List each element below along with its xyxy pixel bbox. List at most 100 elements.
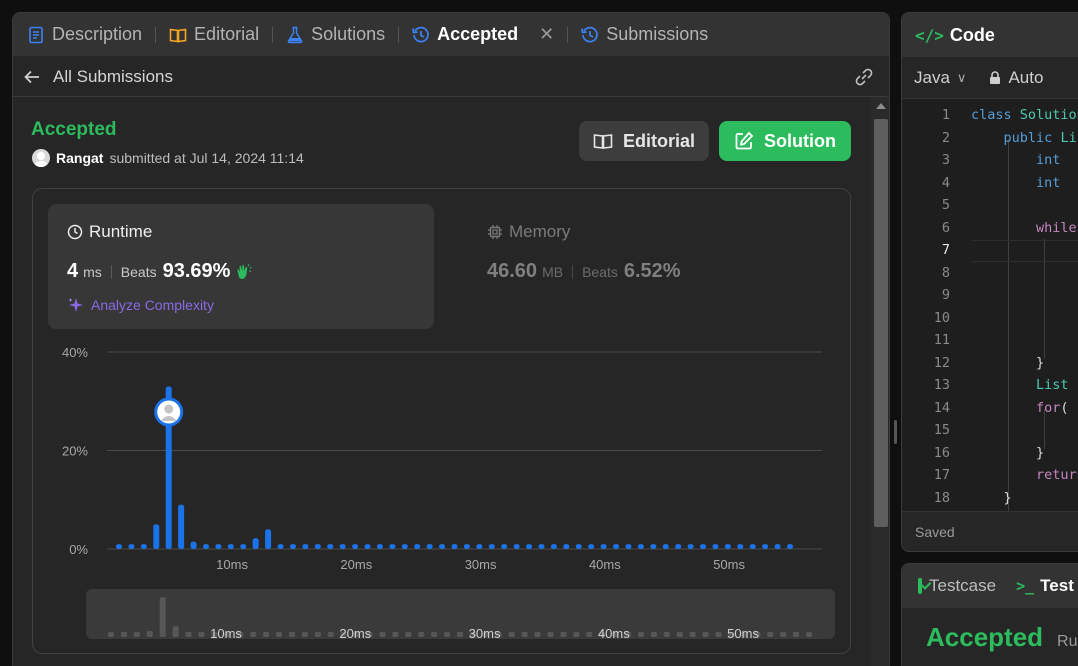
code-line[interactable]: 5 — [902, 197, 1078, 220]
code-line[interactable]: 16 } — [902, 445, 1078, 468]
chart-bar — [451, 544, 458, 549]
tab-solutions[interactable]: Solutions — [286, 24, 385, 45]
analyze-complexity-button[interactable]: Analyze Complexity — [67, 296, 214, 314]
code-text: int — [1036, 174, 1061, 191]
editorial-button[interactable]: Editorial — [579, 121, 709, 161]
code-line[interactable]: 2 public List — [902, 130, 1078, 153]
chart-bar — [165, 386, 172, 549]
code-title[interactable]: Code — [950, 25, 995, 46]
memory-metric[interactable]: Memory 46.60 MB Beats 6.52% — [468, 204, 828, 329]
chart-bar — [712, 544, 719, 549]
code-line[interactable]: 10 — [902, 310, 1078, 333]
avatar[interactable] — [32, 149, 50, 167]
code-line[interactable]: 12 } — [902, 355, 1078, 378]
line-number: 3 — [941, 152, 950, 168]
editorial-button-label: Editorial — [622, 130, 695, 151]
chart-bar — [178, 504, 185, 549]
tab-label: Description — [52, 24, 143, 44]
code-line[interactable]: 15 — [902, 422, 1078, 445]
code-editor[interactable]: 1class Solution2 public List3 int4 int5 6… — [902, 99, 1078, 511]
code-line[interactable]: 9 — [902, 287, 1078, 310]
close-icon[interactable]: ✕ — [539, 24, 554, 45]
chart-bar — [538, 544, 545, 549]
code-line[interactable]: 7 — [902, 242, 1078, 265]
code-line[interactable]: 4 int — [902, 175, 1078, 198]
line-number: 8 — [941, 264, 950, 281]
line-number: 6 — [941, 219, 950, 236]
chart-bar — [687, 544, 694, 549]
tab-testcase[interactable]: Testcase — [929, 576, 996, 596]
panel-resize-handle[interactable] — [894, 420, 897, 444]
memory-beats-value: 6.52% — [623, 260, 681, 282]
scroll-up-icon[interactable] — [876, 103, 886, 109]
tab-accepted[interactable]: Accepted ✕ — [412, 24, 554, 45]
line-number: 5 — [941, 197, 950, 213]
memory-label: Memory — [509, 222, 571, 241]
all-submissions-link[interactable]: All Submissions — [53, 67, 173, 87]
chart-bar — [439, 544, 446, 549]
chart-bar — [563, 544, 570, 549]
chart-range-overview[interactable] — [86, 589, 835, 639]
runtime-label: Runtime — [89, 222, 153, 241]
code-text: } — [971, 354, 1045, 371]
line-number: 18 — [933, 489, 950, 506]
chart-bar — [600, 544, 607, 549]
scrollbar-thumb[interactable] — [874, 119, 888, 527]
username[interactable]: Rangat — [56, 150, 103, 166]
chart-bar — [675, 544, 682, 549]
chart-bar — [376, 544, 383, 549]
line-number: 14 — [933, 399, 950, 416]
tab-test-result[interactable]: Test Result — [1040, 576, 1078, 596]
line-number: 13 — [933, 377, 950, 393]
book-icon — [593, 134, 613, 149]
tab-editorial[interactable]: Editorial — [169, 24, 259, 45]
code-text: } — [971, 444, 1045, 461]
book-icon — [169, 28, 187, 42]
chart-bar — [389, 544, 396, 549]
code-tabbar: </> Code — [902, 13, 1078, 57]
chart-bar — [327, 544, 334, 549]
code-line[interactable]: 11 — [902, 332, 1078, 355]
code-line[interactable]: 14 for( — [902, 400, 1078, 423]
test-result-status: Accepted — [926, 622, 1044, 652]
chevron-down-icon[interactable]: ∨ — [957, 70, 967, 86]
code-line[interactable]: 8 — [902, 265, 1078, 288]
code-text: return — [1036, 467, 1078, 483]
arrow-left-icon[interactable] — [23, 68, 41, 86]
tab-submissions[interactable]: Submissions — [581, 24, 708, 45]
runtime-metric[interactable]: Runtime 4 ms Beats 93.69% Analyze Comple… — [48, 204, 434, 329]
avatar-head — [164, 404, 174, 414]
divider — [110, 264, 112, 279]
tab-separator — [155, 26, 157, 43]
chart-bar — [364, 544, 371, 549]
chart-bar — [215, 544, 222, 549]
your-submission-marker — [154, 397, 184, 427]
chart-bar — [749, 544, 756, 549]
chart-bar — [700, 544, 707, 549]
terminal-icon: >_ — [1016, 577, 1035, 595]
code-line[interactable]: 3 int — [902, 152, 1078, 175]
vertical-scrollbar[interactable] — [871, 97, 889, 666]
chart-bar — [526, 544, 533, 549]
x-tick-label: 50ms — [713, 557, 745, 572]
code-line[interactable]: 6 while — [902, 220, 1078, 243]
chart-bar — [463, 544, 470, 549]
solution-button[interactable]: Solution — [719, 121, 851, 161]
edit-icon — [735, 131, 754, 150]
mode-label[interactable]: Auto — [1008, 68, 1043, 88]
code-line[interactable]: 13 List — [902, 377, 1078, 400]
runtime-value: 4 — [67, 260, 79, 282]
submission-detail: Accepted Rangat submitted at Jul 14, 202… — [13, 97, 871, 666]
tab-description[interactable]: Description — [27, 24, 142, 45]
language-select[interactable]: Java — [914, 68, 950, 88]
history-icon — [581, 26, 599, 42]
code-line[interactable]: 17 return — [902, 467, 1078, 490]
chart-bar — [302, 544, 309, 549]
code-line[interactable]: 1 class Solution — [902, 107, 1078, 130]
line-number: 10 — [933, 309, 950, 326]
chart-bar — [625, 544, 632, 549]
code-toolbar: Java ∨ Auto — [902, 57, 1078, 99]
panel-tabbar: Description Editorial Solutions Accepted… — [13, 13, 889, 57]
share-link-icon[interactable] — [853, 66, 875, 88]
code-line[interactable]: 18 } — [902, 490, 1078, 512]
